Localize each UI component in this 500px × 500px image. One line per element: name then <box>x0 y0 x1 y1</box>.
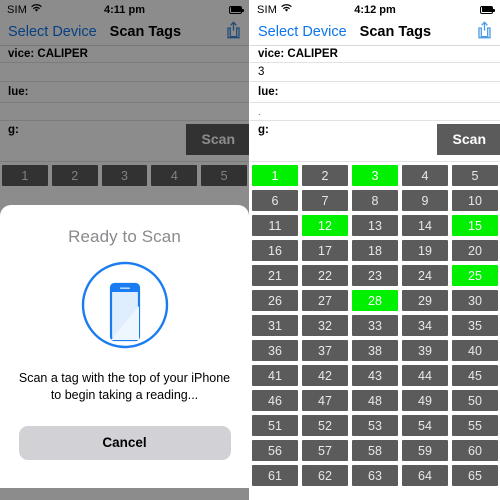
tag-cell-1[interactable]: 1 <box>252 165 298 186</box>
tag-row: g: Scan <box>250 121 500 162</box>
tag-cell-20[interactable]: 20 <box>452 240 498 261</box>
share-icon[interactable] <box>477 20 492 44</box>
tag-cell-10[interactable]: 10 <box>452 190 498 211</box>
tag-cell-47[interactable]: 47 <box>302 390 348 411</box>
tag-cell-44[interactable]: 44 <box>402 365 448 386</box>
tag-cell-58[interactable]: 58 <box>352 440 398 461</box>
back-button-select-device[interactable]: Select Device <box>258 24 347 40</box>
tag-cell-3[interactable]: 3 <box>352 165 398 186</box>
tag-cell-57[interactable]: 57 <box>302 440 348 461</box>
tag-cell-40[interactable]: 40 <box>452 340 498 361</box>
clock-label: 4:12 pm <box>354 3 396 16</box>
battery-icon <box>480 5 495 14</box>
tag-cell-16[interactable]: 16 <box>252 240 298 261</box>
reading-form: vice: CALIPER 3 lue: . g: Scan <box>250 46 500 162</box>
tag-cell-2[interactable]: 2 <box>302 165 348 186</box>
tag-cell-64[interactable]: 64 <box>402 465 448 486</box>
tag-cell-38[interactable]: 38 <box>352 340 398 361</box>
tag-cell-39[interactable]: 39 <box>402 340 448 361</box>
nfc-modal-body: Scan a tag with the top of your iPhone t… <box>18 371 231 402</box>
tag-cell-25[interactable]: 25 <box>452 265 498 286</box>
tag-cell-53[interactable]: 53 <box>352 415 398 436</box>
tag-cell-61[interactable]: 61 <box>252 465 298 486</box>
tag-cell-28[interactable]: 28 <box>352 290 398 311</box>
tag-grid: 1 2 3 4 5 6 7 8 9 10 11 12 13 14 15 16 17 18 19 20 21 22 23 24 2… <box>250 162 500 486</box>
tag-cell-59[interactable]: 59 <box>402 440 448 461</box>
tag-cell-26[interactable]: 26 <box>252 290 298 311</box>
tag-cell-60[interactable]: 60 <box>452 440 498 461</box>
tag-cell-46[interactable]: 46 <box>252 390 298 411</box>
tag-cell-13[interactable]: 13 <box>352 215 398 236</box>
tag-cell-27[interactable]: 27 <box>302 290 348 311</box>
tag-cell-55[interactable]: 55 <box>452 415 498 436</box>
tag-cell-32[interactable]: 32 <box>302 315 348 336</box>
scan-button[interactable]: Scan <box>436 124 500 155</box>
tag-cell-12[interactable]: 12 <box>302 215 348 236</box>
tag-cell-11[interactable]: 11 <box>252 215 298 236</box>
page-title: Scan Tags <box>359 24 432 40</box>
tag-cell-34[interactable]: 34 <box>402 315 448 336</box>
tag-cell-33[interactable]: 33 <box>352 315 398 336</box>
tag-cell-6[interactable]: 6 <box>252 190 298 211</box>
tag-cell-23[interactable]: 23 <box>352 265 398 286</box>
tag-cell-24[interactable]: 24 <box>402 265 448 286</box>
tag-cell-31[interactable]: 31 <box>252 315 298 336</box>
tag-cell-54[interactable]: 54 <box>402 415 448 436</box>
phone-screen-right: SIM 4:12 pm Select Device Scan Tags vice… <box>250 0 500 500</box>
tag-cell-63[interactable]: 63 <box>352 465 398 486</box>
tag-cell-62[interactable]: 62 <box>302 465 348 486</box>
nfc-scan-modal: Ready to Scan Scan a tag with the top of… <box>0 205 249 488</box>
dual-screenshot: SIM 4:11 pm Select Device Scan Tags vice… <box>0 0 500 500</box>
tag-cell-5[interactable]: 5 <box>452 165 498 186</box>
tag-cell-21[interactable]: 21 <box>252 265 298 286</box>
tag-cell-9[interactable]: 9 <box>402 190 448 211</box>
device-row: vice: CALIPER <box>250 46 500 63</box>
tag-cell-15[interactable]: 15 <box>452 215 498 236</box>
tag-cell-37[interactable]: 37 <box>302 340 348 361</box>
cancel-button[interactable]: Cancel <box>18 425 231 460</box>
tag-cell-50[interactable]: 50 <box>452 390 498 411</box>
tag-cell-29[interactable]: 29 <box>402 290 448 311</box>
tag-cell-45[interactable]: 45 <box>452 365 498 386</box>
tag-cell-4[interactable]: 4 <box>402 165 448 186</box>
nfc-phone-icon <box>81 261 169 354</box>
value-sub-row: . <box>250 103 500 121</box>
tag-cell-56[interactable]: 56 <box>252 440 298 461</box>
phone-screen-left: SIM 4:11 pm Select Device Scan Tags vice… <box>0 0 250 500</box>
tag-cell-49[interactable]: 49 <box>402 390 448 411</box>
tag-cell-8[interactable]: 8 <box>352 190 398 211</box>
reading-row: 3 <box>250 63 500 82</box>
tag-cell-18[interactable]: 18 <box>352 240 398 261</box>
status-right <box>480 5 495 14</box>
tag-cell-17[interactable]: 17 <box>302 240 348 261</box>
tag-cell-7[interactable]: 7 <box>302 190 348 211</box>
tag-cell-51[interactable]: 51 <box>252 415 298 436</box>
tag-cell-36[interactable]: 36 <box>252 340 298 361</box>
tag-label: g: <box>258 124 269 136</box>
value-row: lue: <box>250 82 500 103</box>
tag-cell-30[interactable]: 30 <box>452 290 498 311</box>
tag-cell-65[interactable]: 65 <box>452 465 498 486</box>
tag-cell-35[interactable]: 35 <box>452 315 498 336</box>
tag-cell-22[interactable]: 22 <box>302 265 348 286</box>
tag-cell-14[interactable]: 14 <box>402 215 448 236</box>
navigation-bar: Select Device Scan Tags <box>250 19 500 46</box>
tag-cell-42[interactable]: 42 <box>302 365 348 386</box>
tag-cell-43[interactable]: 43 <box>352 365 398 386</box>
tag-cell-41[interactable]: 41 <box>252 365 298 386</box>
tag-cell-48[interactable]: 48 <box>352 390 398 411</box>
nfc-modal-title: Ready to Scan <box>68 227 181 246</box>
tag-cell-52[interactable]: 52 <box>302 415 348 436</box>
tag-cell-19[interactable]: 19 <box>402 240 448 261</box>
status-bar: SIM 4:12 pm <box>250 0 500 19</box>
